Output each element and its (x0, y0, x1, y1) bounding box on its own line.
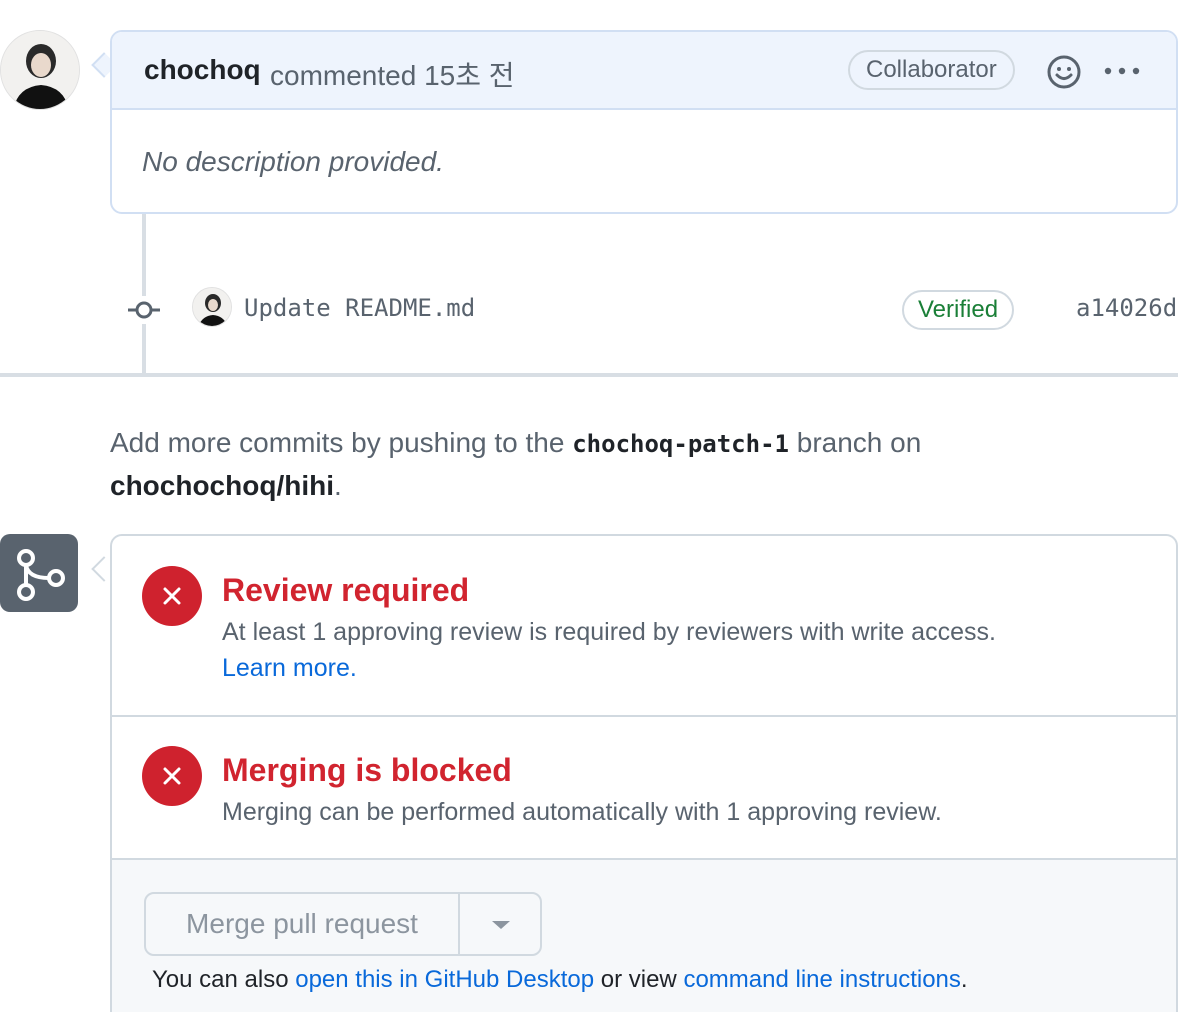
avatar-image (1, 31, 79, 109)
command-line-instructions-link[interactable]: command line instructions (683, 966, 960, 993)
commit-author-avatar[interactable] (192, 287, 232, 327)
x-icon (163, 767, 181, 785)
also-prefix: You can also (152, 966, 289, 993)
push-info-prefix: Add more commits by pushing to the (110, 427, 565, 458)
merge-footer: Merge pull request You can also open thi… (112, 860, 1176, 1012)
triangle-down-icon (492, 921, 510, 929)
commit-icon (126, 296, 162, 324)
merge-blocked-title: Merging is blocked (222, 752, 512, 788)
add-reaction-button[interactable] (1046, 54, 1082, 90)
push-info: Add more commits by pushing to the choch… (110, 422, 1010, 507)
timeline-divider (0, 373, 1178, 377)
comment-options-button[interactable] (1102, 56, 1142, 86)
merge-box: Review required At least 1 approving rev… (110, 534, 1178, 1012)
timeline-line (142, 214, 146, 374)
merge-blocked-indicator (142, 746, 202, 806)
merge-status-tile (0, 534, 78, 612)
also-middle: or view (600, 966, 677, 993)
git-merge-icon (17, 549, 65, 601)
review-required-description: At least 1 approving review is required … (222, 618, 996, 646)
kebab-horizontal-icon (1104, 67, 1140, 75)
comment-author[interactable]: chochoq (144, 54, 261, 86)
also-suffix: . (960, 966, 968, 993)
alternative-options: You can also open this in GitHub Desktop… (152, 966, 968, 994)
comment-box: chochoq commented 15초 전 Collaborator No … (110, 30, 1178, 214)
review-required-title: Review required (222, 572, 470, 608)
push-info-suffix: . (334, 470, 342, 501)
learn-more-link[interactable]: Learn more. (222, 654, 357, 683)
merge-blocked-description: Merging can be performed automatically w… (222, 798, 942, 826)
author-avatar[interactable] (0, 30, 80, 110)
x-icon (163, 587, 181, 605)
comment-timestamp[interactable]: commented 15초 전 (270, 54, 515, 94)
merge-method-dropdown-button[interactable] (462, 894, 542, 954)
branch-name: chochoq-patch-1 (572, 430, 789, 458)
section-divider (112, 715, 1176, 717)
comment-body: No description provided. (142, 146, 444, 177)
role-badge: Collaborator (848, 50, 1015, 90)
open-in-desktop-link[interactable]: open this in GitHub Desktop (295, 966, 594, 993)
merge-pull-request-button[interactable]: Merge pull request (146, 894, 460, 954)
review-failed-indicator (142, 566, 202, 626)
smiley-icon (1047, 55, 1081, 89)
push-info-middle: branch on (796, 427, 922, 458)
commit-sha-link[interactable]: a14026d (1076, 294, 1177, 322)
repo-link[interactable]: chochochoq/hihi (110, 470, 334, 501)
merge-button-group: Merge pull request (144, 892, 542, 956)
verified-badge[interactable]: Verified (902, 290, 1015, 330)
avatar-image (193, 288, 231, 326)
comment-header: chochoq commented 15초 전 Collaborator (112, 32, 1176, 110)
commit-message-link[interactable]: Update README.md (244, 294, 475, 322)
